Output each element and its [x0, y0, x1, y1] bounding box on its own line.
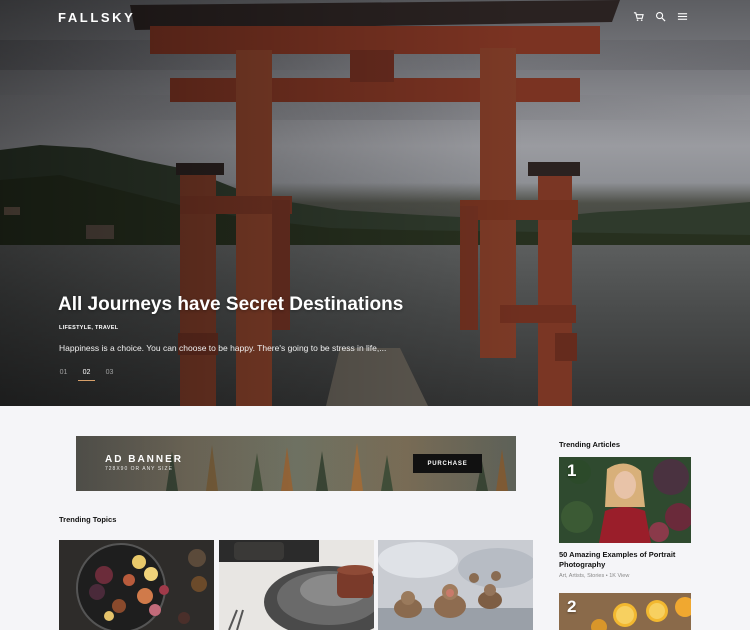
- citrus-photo-image: [559, 593, 691, 630]
- hero-title[interactable]: All Journeys have Secret Destinations: [58, 294, 403, 316]
- topic-card-food[interactable]: [59, 540, 214, 630]
- hero-excerpt: Happiness is a choice. You can choose to…: [59, 343, 387, 353]
- food-platter-image: [59, 540, 214, 630]
- slide-01-button[interactable]: 01: [58, 369, 69, 381]
- trending-article-1-title[interactable]: 50 Amazing Examples of Portrait Photogra…: [559, 550, 694, 570]
- purchase-button[interactable]: PURCHASE: [413, 454, 482, 473]
- trending-article-1-meta: Art, Artists, Stories • 1K View: [559, 573, 630, 579]
- snow-monkeys-image: [378, 540, 533, 630]
- portrait-photo-image: [559, 457, 691, 543]
- trending-article-2-thumbnail[interactable]: 2: [559, 593, 691, 630]
- trending-articles-heading: Trending Articles: [559, 440, 620, 449]
- site-logo[interactable]: FALLSKY: [58, 10, 135, 25]
- topic-card-dining[interactable]: [219, 540, 374, 630]
- search-icon[interactable]: [655, 11, 666, 22]
- ad-banner[interactable]: AD BANNER 728X90 OR ANY SIZE PURCHASE: [76, 436, 516, 491]
- site-header: FALLSKY: [0, 0, 750, 34]
- ad-subtitle: 728X90 OR ANY SIZE: [105, 466, 173, 472]
- slide-02-button[interactable]: 02: [78, 369, 95, 381]
- dinner-plates-image: [219, 540, 374, 630]
- slider-pagination: 01 02 03: [58, 369, 115, 381]
- hero-slider[interactable]: FALLSKY All Journeys have Secret Destina…: [0, 0, 750, 406]
- ad-title: AD BANNER: [105, 454, 183, 465]
- cart-icon[interactable]: [633, 11, 644, 22]
- menu-icon[interactable]: [677, 11, 688, 22]
- header-icons: [633, 11, 688, 22]
- slide-03-button[interactable]: 03: [104, 369, 115, 381]
- trending-topics-heading: Trending Topics: [59, 515, 117, 524]
- trending-article-1-number: 1: [567, 461, 577, 480]
- hero-categories[interactable]: LIFESTYLE, TRAVEL: [59, 325, 118, 331]
- topic-card-monkeys[interactable]: [378, 540, 533, 630]
- trending-article-2-number: 2: [567, 597, 577, 616]
- page: FALLSKY All Journeys have Secret Destina…: [0, 0, 750, 630]
- trending-article-1-thumbnail[interactable]: 1: [559, 457, 691, 543]
